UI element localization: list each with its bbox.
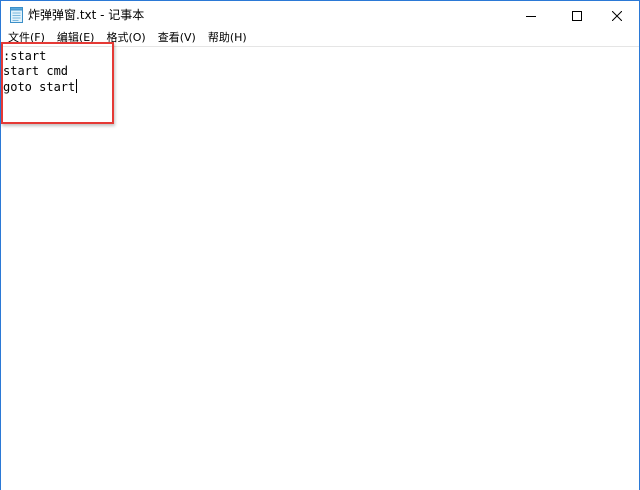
maximize-icon bbox=[572, 6, 582, 25]
notepad-window: 炸弹弹窗.txt - 记事本 文件(F) 编辑(E) 格式(O) 查看(V) 帮… bbox=[0, 0, 640, 490]
menu-file[interactable]: 文件(F) bbox=[1, 29, 51, 46]
menu-help[interactable]: 帮助(H) bbox=[202, 29, 253, 46]
menu-view[interactable]: 查看(V) bbox=[152, 29, 202, 46]
notepad-icon bbox=[10, 7, 23, 23]
menu-format[interactable]: 格式(O) bbox=[100, 29, 151, 46]
title-bar[interactable]: 炸弹弹窗.txt - 记事本 bbox=[1, 1, 639, 29]
menu-bar: 文件(F) 编辑(E) 格式(O) 查看(V) 帮助(H) bbox=[1, 29, 639, 46]
editor-line-with-caret: goto start bbox=[3, 79, 78, 95]
close-icon bbox=[611, 6, 623, 25]
menu-edit[interactable]: 编辑(E) bbox=[51, 29, 101, 46]
window-title: 炸弹弹窗.txt - 记事本 bbox=[28, 8, 145, 22]
text-caret bbox=[76, 79, 78, 93]
editor-content: :start start cmd goto start bbox=[3, 49, 78, 95]
editor-line: start cmd bbox=[3, 64, 69, 78]
editor-line: :start bbox=[3, 49, 47, 63]
editor-line: goto start bbox=[3, 80, 76, 94]
close-button[interactable] bbox=[594, 1, 640, 29]
minimize-icon bbox=[526, 6, 536, 25]
minimize-button[interactable] bbox=[508, 1, 554, 29]
text-editor[interactable]: :start start cmd goto start bbox=[1, 46, 639, 490]
